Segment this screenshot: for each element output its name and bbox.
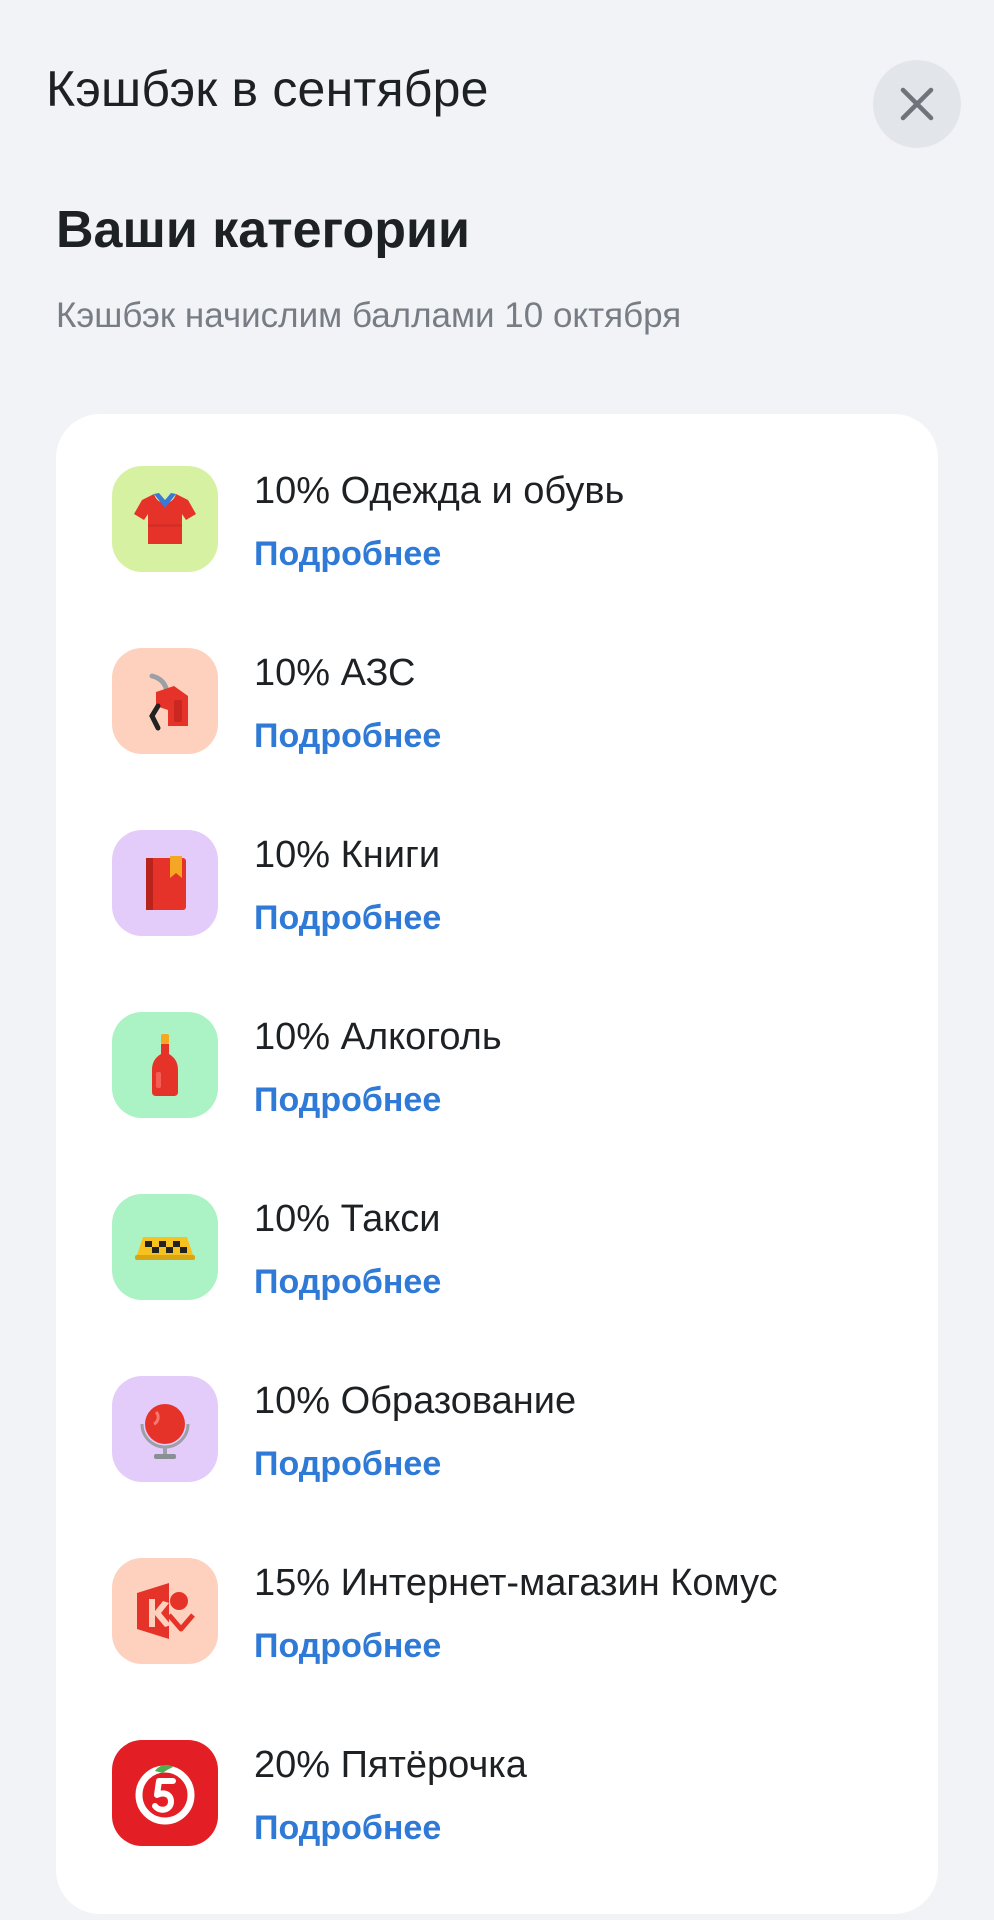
pyaterochka-logo-icon <box>135 1764 195 1825</box>
details-link[interactable]: Подробнее <box>254 717 441 756</box>
category-title: 15% Интернет-магазин Комус <box>254 1562 778 1604</box>
details-link[interactable]: Подробнее <box>254 1263 441 1302</box>
category-icon-tile <box>112 830 218 936</box>
category-icon-tile <box>112 1740 218 1846</box>
category-icon-tile <box>112 1194 218 1300</box>
category-title: 20% Пятёрочка <box>254 1744 527 1786</box>
category-icon-tile <box>112 466 218 572</box>
category-item-fuel: 10% АЗС Подробнее <box>56 596 938 778</box>
category-icon-tile <box>112 1558 218 1664</box>
globe-icon <box>140 1404 190 1459</box>
section-subtitle: Кэшбэк начислим баллами 10 октября <box>56 296 682 335</box>
tshirt-icon <box>134 493 196 544</box>
close-icon <box>900 87 934 121</box>
category-title: 10% Алкоголь <box>254 1016 502 1058</box>
details-link[interactable]: Подробнее <box>254 1081 441 1120</box>
category-item-komus: 15% Интернет-магазин Комус Подробнее <box>56 1506 938 1688</box>
category-title: 10% Книги <box>254 834 441 876</box>
category-icon-tile <box>112 648 218 754</box>
details-link[interactable]: Подробнее <box>254 535 441 574</box>
category-item-alcohol: 10% Алкоголь Подробнее <box>56 960 938 1142</box>
details-link[interactable]: Подробнее <box>254 1627 441 1666</box>
fuel-nozzle-icon <box>149 673 188 731</box>
category-title: 10% АЗС <box>254 652 416 694</box>
page-title: Кэшбэк в сентябре <box>46 61 489 117</box>
details-link[interactable]: Подробнее <box>254 1445 441 1484</box>
category-item-education: 10% Образование Подробнее <box>56 1324 938 1506</box>
category-item-taxi: 10% Такси Подробнее <box>56 1142 938 1324</box>
taxi-sign-icon <box>135 1237 195 1260</box>
category-icon-tile <box>112 1012 218 1118</box>
category-item-clothes: 10% Одежда и обувь Подробнее <box>56 414 938 596</box>
details-link[interactable]: Подробнее <box>254 1809 441 1848</box>
category-title: 10% Такси <box>254 1198 441 1240</box>
category-item-pyaterochka: 20% Пятёрочка Подробнее <box>56 1688 938 1870</box>
book-icon <box>146 856 186 910</box>
details-link[interactable]: Подробнее <box>254 899 441 938</box>
bottom-sheet: Кэшбэк в сентябре Ваши категории Кэшбэк … <box>0 8 994 1920</box>
category-item-books: 10% Книги Подробнее <box>56 778 938 960</box>
bottle-icon <box>152 1034 178 1096</box>
categories-card: 10% Одежда и обувь Подробнее 10% АЗС Под… <box>56 414 938 1914</box>
category-title: 10% Образование <box>254 1380 577 1422</box>
section-title: Ваши категории <box>56 201 470 259</box>
close-button[interactable] <box>873 60 961 148</box>
category-title: 10% Одежда и обувь <box>254 470 625 512</box>
komus-logo-icon <box>137 1583 195 1639</box>
category-icon-tile <box>112 1376 218 1482</box>
